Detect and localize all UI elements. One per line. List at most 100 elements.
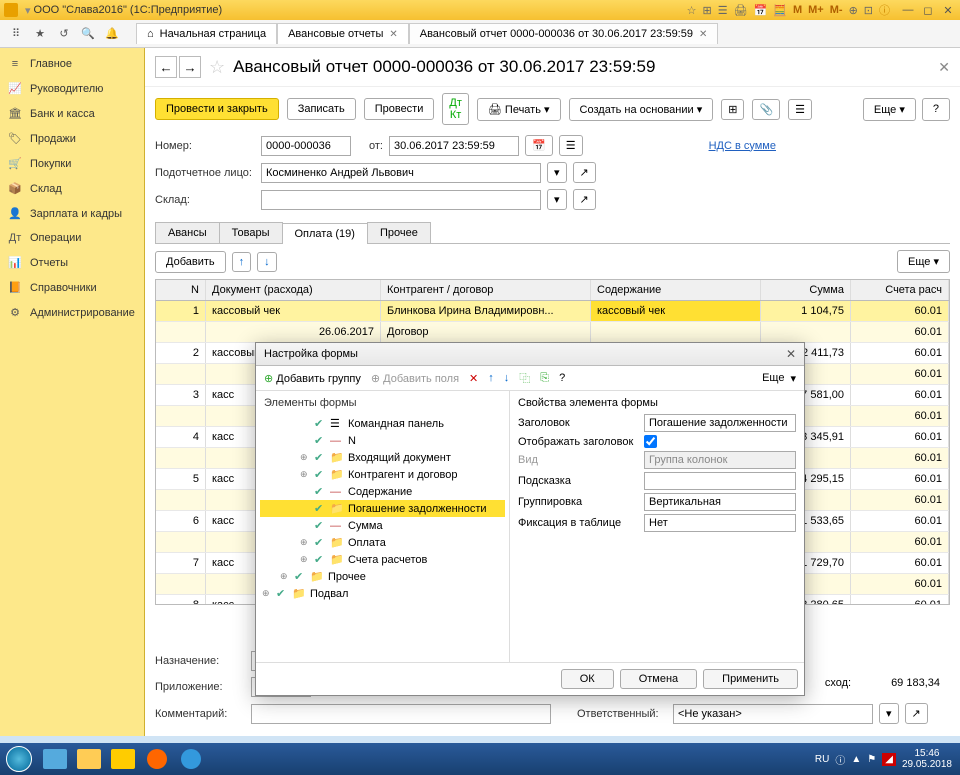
back-button[interactable]: ← xyxy=(155,56,177,78)
start-button[interactable] xyxy=(0,743,38,775)
col-header-contractor[interactable]: Контрагент / договор xyxy=(381,280,591,300)
responsible-input[interactable] xyxy=(673,704,873,724)
sidebar-item-hr[interactable]: 👤Зарплата и кадры xyxy=(0,201,144,226)
history-icon[interactable]: ↺ xyxy=(54,24,74,44)
col-header-content[interactable]: Содержание xyxy=(591,280,761,300)
prop-show-checkbox[interactable] xyxy=(644,435,657,448)
record-button[interactable]: Записать xyxy=(287,98,356,120)
tree-item[interactable]: ✔—Содержание xyxy=(260,483,505,500)
calendar-button[interactable]: 📅 xyxy=(525,135,553,156)
open-button[interactable]: ↗ xyxy=(905,703,928,724)
task-folder[interactable] xyxy=(73,745,105,773)
add-group-button[interactable]: ⊕ Добавить группу xyxy=(264,372,361,385)
tab-payment[interactable]: Оплата (19) xyxy=(282,223,368,244)
tree-item[interactable]: ⊕✔📁Оплата xyxy=(260,534,505,551)
close-document-icon[interactable]: ✕ xyxy=(938,59,950,76)
dropdown-button[interactable]: ▾ xyxy=(879,703,899,724)
dialog-close-icon[interactable]: ✕ xyxy=(786,347,796,361)
sys-icon[interactable]: ⊕ xyxy=(849,4,858,17)
help-icon[interactable]: ? xyxy=(559,372,565,384)
maximize-icon[interactable]: ◻ xyxy=(920,4,936,17)
copy-icon[interactable]: ⿻ xyxy=(519,370,530,386)
tree-item[interactable]: ✔—Сумма xyxy=(260,517,505,534)
tab-list[interactable]: Авансовые отчеты ✕ xyxy=(277,23,409,44)
sidebar-item-admin[interactable]: ⚙Администрирование xyxy=(0,300,144,325)
tray-av-icon[interactable]: ◢ xyxy=(882,753,896,766)
col-header-n[interactable]: N xyxy=(156,280,206,300)
star-icon[interactable]: ★ xyxy=(30,24,50,44)
sidebar-item-bank[interactable]: 🏛Банк и касса xyxy=(0,101,144,126)
move-down-button[interactable]: ↓ xyxy=(257,252,277,272)
tree-item[interactable]: ⊕✔📁Контрагент и договор xyxy=(260,466,505,483)
sys-icon[interactable]: ⊞ xyxy=(703,4,712,17)
open-button[interactable]: ↗ xyxy=(573,162,596,183)
sys-icon[interactable]: 🖨 xyxy=(734,4,748,17)
bell-icon[interactable]: 🔔 xyxy=(102,24,122,44)
attach-button[interactable]: 📎 xyxy=(752,99,780,120)
col-header-account[interactable]: Счета расч xyxy=(851,280,949,300)
warehouse-input[interactable] xyxy=(261,190,541,210)
tree-item[interactable]: ⊕✔📁Прочее xyxy=(260,568,505,585)
sidebar-item-warehouse[interactable]: 📦Склад xyxy=(0,176,144,201)
sidebar-item-catalogs[interactable]: 📙Справочники xyxy=(0,275,144,300)
paste-icon[interactable]: ⎘ xyxy=(540,372,549,385)
sidebar-item-sales[interactable]: 🏷Продажи xyxy=(0,126,144,151)
delete-icon[interactable]: ✕ xyxy=(469,372,478,385)
layout-button[interactable]: ⊞ xyxy=(721,99,744,120)
apps-icon[interactable]: ⠿ xyxy=(6,24,26,44)
apply-button[interactable]: Применить xyxy=(703,669,798,689)
sidebar-item-manager[interactable]: 📈Руководителю xyxy=(0,76,144,101)
tab-document[interactable]: Авансовый отчет 0000-000036 от 30.06.201… xyxy=(409,23,719,44)
add-row-button[interactable]: Добавить xyxy=(155,251,226,273)
tree-item[interactable]: ⊕✔📁Счета расчетов xyxy=(260,551,505,568)
tab-close-icon[interactable]: ✕ xyxy=(699,29,707,40)
nds-link[interactable]: НДС в сумме xyxy=(709,140,776,152)
sidebar-item-main[interactable]: ≡Главное xyxy=(0,52,144,76)
tab-advances[interactable]: Авансы xyxy=(155,222,220,243)
more-button[interactable]: Еще xyxy=(762,372,784,384)
search-icon[interactable]: 🔍 xyxy=(78,24,98,44)
prop-group-select[interactable] xyxy=(644,493,796,511)
list-icon-button[interactable]: ☰ xyxy=(559,135,583,156)
cancel-button[interactable]: Отмена xyxy=(620,669,697,689)
close-icon[interactable]: ✕ xyxy=(940,4,956,17)
open-button[interactable]: ↗ xyxy=(573,189,596,210)
tab-other[interactable]: Прочее xyxy=(367,222,431,243)
post-button[interactable]: Провести xyxy=(364,98,435,120)
forward-button[interactable]: → xyxy=(179,56,201,78)
prop-title-input[interactable] xyxy=(644,414,796,432)
prop-hint-input[interactable] xyxy=(644,472,796,490)
tray-icon[interactable]: ▲ xyxy=(851,754,861,765)
number-input[interactable] xyxy=(261,136,351,156)
tab-goods[interactable]: Товары xyxy=(219,222,283,243)
tray-flag-icon[interactable]: ⚑ xyxy=(867,754,876,765)
dialog-titlebar[interactable]: Настройка формы ✕ xyxy=(256,343,804,366)
person-input[interactable] xyxy=(261,163,541,183)
date-input[interactable] xyxy=(389,136,519,156)
tree-item[interactable]: ✔☰Командная панель xyxy=(260,415,505,432)
sys-icon[interactable]: ☰ xyxy=(718,4,728,17)
print-button[interactable]: 🖨 Печать ▾ xyxy=(477,98,561,121)
tree-item[interactable]: ✔📁Погашение задолженности xyxy=(260,500,505,517)
dtk-button[interactable]: ДтКт xyxy=(442,93,469,125)
add-fields-button[interactable]: ⊕ Добавить поля xyxy=(371,372,459,385)
sys-help-icon[interactable]: ⓘ xyxy=(879,2,890,18)
tree-item[interactable]: ⊕✔📁Подвал xyxy=(260,585,505,602)
table-subrow[interactable]: 26.06.2017Договор60.01 xyxy=(156,322,949,343)
prop-fix-select[interactable] xyxy=(644,514,796,532)
comment-input[interactable] xyxy=(251,704,551,724)
task-ie[interactable] xyxy=(175,745,207,773)
move-up-button[interactable]: ↑ xyxy=(232,252,252,272)
post-and-close-button[interactable]: Провести и закрыть xyxy=(155,98,279,120)
task-firefox[interactable] xyxy=(141,745,173,773)
col-header-sum[interactable]: Сумма xyxy=(761,280,851,300)
more-button[interactable]: Еще ▾ xyxy=(897,250,950,273)
tree-item[interactable]: ✔—N xyxy=(260,432,505,449)
ok-button[interactable]: ОК xyxy=(561,669,614,689)
table-row[interactable]: 1кассовый чекБлинкова Ирина Владимировн.… xyxy=(156,301,949,322)
favorite-icon[interactable]: ☆ xyxy=(209,57,225,78)
create-based-button[interactable]: Создать на основании ▾ xyxy=(569,98,714,121)
dropdown-button[interactable]: ▾ xyxy=(547,162,567,183)
tab-home[interactable]: ⌂ Начальная страница xyxy=(136,23,277,44)
sidebar-item-operations[interactable]: ДтОперации xyxy=(0,226,144,250)
